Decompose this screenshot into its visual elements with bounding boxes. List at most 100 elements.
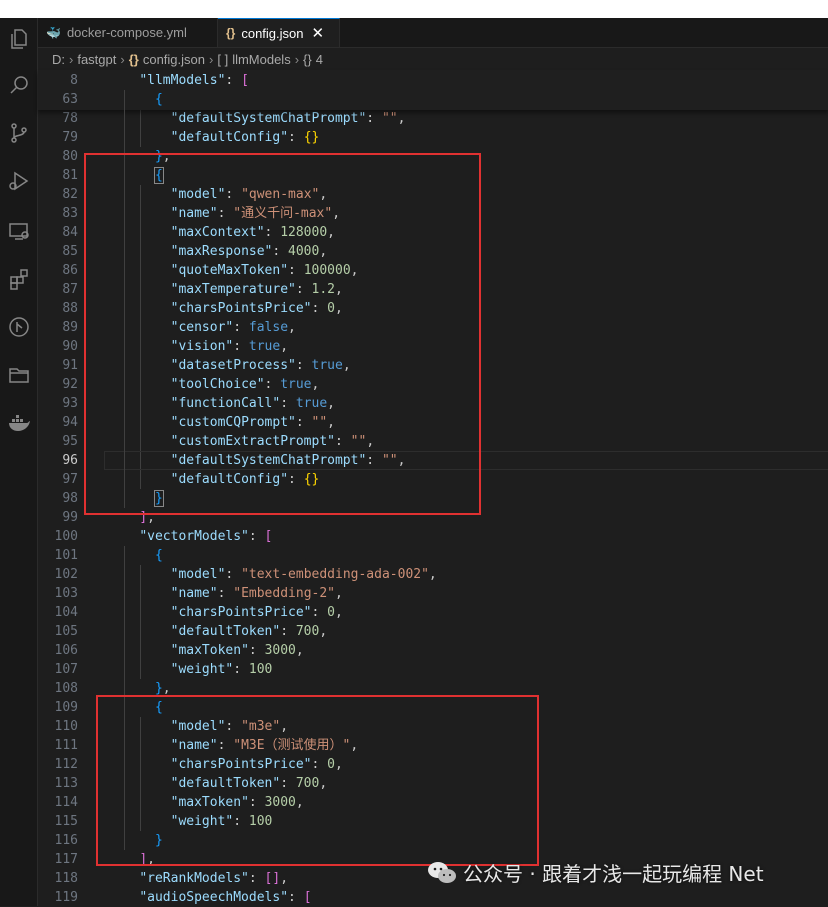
code-line[interactable]: 88 "charsPointsPrice": 0, (38, 299, 828, 318)
code-text: "model": "text-embedding-ada-002", (108, 565, 437, 584)
code-line[interactable]: 87 "maxTemperature": 1.2, (38, 280, 828, 299)
git-graph-icon[interactable] (0, 312, 37, 342)
code-line[interactable]: 100 "vectorModels": [ (38, 527, 828, 546)
code-line[interactable]: 79 "defaultConfig": {} (38, 128, 828, 147)
breadcrumb-item-folder[interactable]: fastgpt (77, 52, 116, 67)
code-token: : (288, 472, 304, 487)
tab-docker-compose[interactable]: 🐳 docker-compose.yml (38, 18, 218, 47)
code-line[interactable]: 111 "name": "M3E（测试使用）", (38, 736, 828, 755)
code-line[interactable]: 80 }, (38, 147, 828, 166)
code-line[interactable]: 95 "customExtractPrompt": "", (38, 432, 828, 451)
code-line[interactable]: 92 "toolChoice": true, (38, 375, 828, 394)
code-token: ] (139, 510, 148, 525)
line-number: 107 (54, 662, 78, 677)
code-line[interactable]: 102 "model": "text-embedding-ada-002", (38, 565, 828, 584)
code-token: : (225, 567, 242, 582)
code-line[interactable]: 106 "maxToken": 3000, (38, 641, 828, 660)
code-line[interactable]: 98 } (38, 489, 828, 508)
code-line[interactable]: 97 "defaultConfig": {} (38, 470, 828, 489)
code-token: : (295, 358, 312, 373)
code-line[interactable]: 90 "vision": true, (38, 337, 828, 356)
extensions-icon[interactable] (0, 264, 37, 294)
code-text: "name": "M3E（测试使用）", (108, 736, 359, 755)
code-token: {} (303, 472, 320, 487)
code-line[interactable]: 96 "defaultSystemChatPrompt": "", (38, 451, 828, 470)
code-line[interactable]: 91 "datasetProcess": true, (38, 356, 828, 375)
code-line[interactable]: 81 { (38, 166, 828, 185)
code-line[interactable]: 107 "weight": 100 (38, 660, 828, 679)
docker-icon[interactable] (0, 408, 37, 438)
code-token: { (154, 548, 163, 563)
code-line[interactable]: 116 } (38, 831, 828, 850)
code-token: : (272, 244, 289, 259)
code-line[interactable]: 105 "defaultToken": 700, (38, 622, 828, 641)
code-line[interactable]: 119 "audioSpeechModels": [ (38, 888, 828, 907)
code-line[interactable]: 114 "maxToken": 3000, (38, 793, 828, 812)
tab-config-json[interactable]: {} config.json ✕ (218, 18, 340, 47)
code-line[interactable]: 85 "maxResponse": 4000, (38, 242, 828, 261)
code-line[interactable]: 83 "name": "通义千问-max", (38, 204, 828, 223)
breadcrumb-item-object[interactable]: 4 (316, 52, 323, 67)
code-line[interactable]: 89 "censor": false, (38, 318, 828, 337)
code-token: : (366, 453, 382, 468)
code-line[interactable]: 78 "defaultSystemChatPrompt": "", (38, 109, 828, 128)
code-line[interactable]: 63 { (38, 90, 828, 109)
code-token: "model" (170, 719, 226, 734)
code-token: "" (311, 415, 328, 430)
code-line[interactable]: 86 "quoteMaxToken": 100000, (38, 261, 828, 280)
code-text: "model": "qwen-max", (108, 185, 328, 204)
code-token: , (335, 282, 343, 297)
code-line[interactable]: 99 ], (38, 508, 828, 527)
code-token: "maxToken" (170, 643, 249, 658)
run-debug-icon[interactable] (0, 166, 37, 196)
code-token: , (366, 434, 375, 449)
code-line[interactable]: 113 "defaultToken": 700, (38, 774, 828, 793)
code-token: , (397, 453, 406, 468)
code-token: , (311, 377, 320, 392)
code-token: "defaultToken" (170, 624, 281, 639)
code-line[interactable]: 109 { (38, 698, 828, 717)
project-manager-icon[interactable] (0, 360, 37, 390)
breadcrumb-item-array[interactable]: llmModels (232, 52, 291, 67)
code-line[interactable]: 84 "maxContext": 128000, (38, 223, 828, 242)
code-editor[interactable]: 8 "llmModels": [63 {78 "defaultSystemCha… (38, 70, 828, 906)
code-token: 700 (295, 624, 320, 639)
code-token: "defaultConfig" (170, 472, 289, 487)
line-number: 108 (54, 681, 78, 696)
breadcrumb-item-drive[interactable]: D: (52, 52, 65, 67)
code-line[interactable]: 112 "charsPointsPrice": 0, (38, 755, 828, 774)
source-control-icon[interactable] (0, 118, 37, 148)
code-line[interactable]: 103 "name": "Embedding-2", (38, 584, 828, 603)
code-line[interactable]: 8 "llmModels": [ (38, 71, 828, 90)
line-number: 79 (62, 130, 78, 145)
code-line[interactable]: 110 "model": "m3e", (38, 717, 828, 736)
close-icon[interactable]: ✕ (312, 24, 325, 42)
breadcrumb-item-file[interactable]: config.json (143, 52, 205, 67)
code-token: , (327, 225, 335, 240)
code-line[interactable]: 108 }, (38, 679, 828, 698)
code-text: }, (108, 147, 171, 166)
code-token: } (154, 681, 163, 696)
remote-explorer-icon[interactable] (0, 216, 37, 246)
chevron-right-icon: › (209, 51, 214, 67)
search-icon[interactable] (0, 70, 37, 100)
code-line[interactable]: 101 { (38, 546, 828, 565)
line-number: 109 (54, 700, 78, 715)
code-line[interactable]: 94 "customCQPrompt": "", (38, 413, 828, 432)
code-line[interactable]: 93 "functionCall": true, (38, 394, 828, 413)
code-text: "charsPointsPrice": 0, (108, 299, 343, 318)
code-token: [ (264, 529, 273, 544)
code-line[interactable]: 82 "model": "qwen-max", (38, 185, 828, 204)
code-line[interactable]: 115 "weight": 100 (38, 812, 828, 831)
code-text: ], (108, 850, 155, 869)
code-token: : (233, 662, 249, 677)
code-token: } (154, 833, 163, 848)
code-token: 100 (248, 662, 273, 677)
code-line[interactable]: 104 "charsPointsPrice": 0, (38, 603, 828, 622)
explorer-icon[interactable] (0, 24, 37, 54)
code-text: "defaultConfig": {} (108, 128, 320, 147)
json-braces-icon: {} (226, 26, 236, 40)
chevron-right-icon: › (69, 51, 74, 67)
